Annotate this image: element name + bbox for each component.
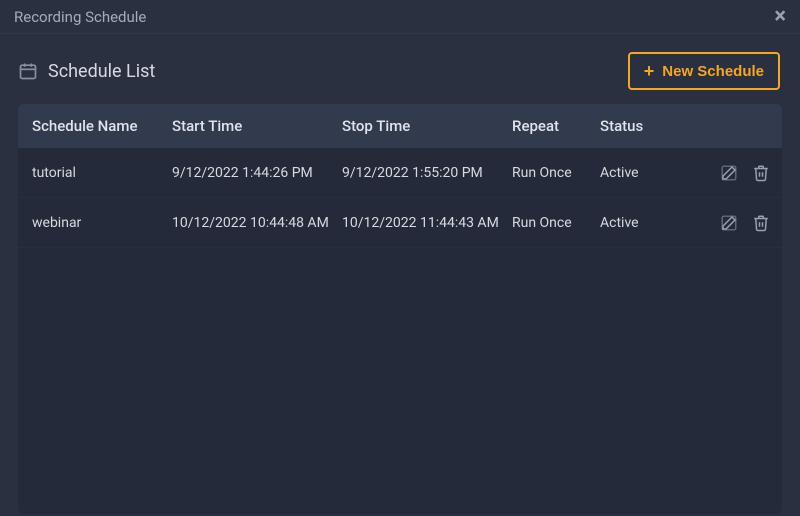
- cell-stop: 10/12/2022 11:44:43 AM: [342, 215, 512, 231]
- row-actions: [678, 214, 770, 232]
- titlebar: Recording Schedule ×: [0, 0, 800, 34]
- cell-status: Active: [600, 165, 678, 181]
- cell-repeat: Run Once: [512, 215, 600, 231]
- trash-icon[interactable]: [752, 214, 770, 232]
- new-schedule-label: New Schedule: [662, 63, 764, 80]
- cell-start: 10/12/2022 10:44:48 AM: [172, 215, 342, 231]
- cell-name: webinar: [32, 215, 172, 231]
- trash-icon[interactable]: [752, 164, 770, 182]
- window-title: Recording Schedule: [14, 8, 146, 26]
- cell-status: Active: [600, 215, 678, 231]
- table-row: tutorial9/12/2022 1:44:26 PM9/12/2022 1:…: [18, 148, 782, 198]
- toolbar: Schedule List + New Schedule: [0, 34, 800, 104]
- page-title: Schedule List: [48, 61, 155, 82]
- plus-icon: +: [644, 62, 655, 80]
- cell-start: 9/12/2022 1:44:26 PM: [172, 165, 342, 181]
- cell-name: tutorial: [32, 165, 172, 181]
- page-title-group: Schedule List: [18, 61, 155, 82]
- edit-icon[interactable]: [720, 214, 738, 232]
- table-header: Schedule Name Start Time Stop Time Repea…: [18, 104, 782, 148]
- col-repeat: Repeat: [512, 117, 600, 135]
- row-actions: [678, 164, 770, 182]
- cell-repeat: Run Once: [512, 165, 600, 181]
- col-status: Status: [600, 117, 678, 135]
- close-icon[interactable]: ×: [774, 6, 786, 28]
- edit-icon[interactable]: [720, 164, 738, 182]
- col-stop: Stop Time: [342, 117, 512, 135]
- col-name: Schedule Name: [32, 117, 172, 135]
- new-schedule-button[interactable]: + New Schedule: [628, 52, 780, 90]
- schedule-table: Schedule Name Start Time Stop Time Repea…: [18, 104, 782, 514]
- col-start: Start Time: [172, 117, 342, 135]
- calendar-icon: [18, 61, 38, 81]
- cell-stop: 9/12/2022 1:55:20 PM: [342, 165, 512, 181]
- table-row: webinar10/12/2022 10:44:48 AM10/12/2022 …: [18, 198, 782, 248]
